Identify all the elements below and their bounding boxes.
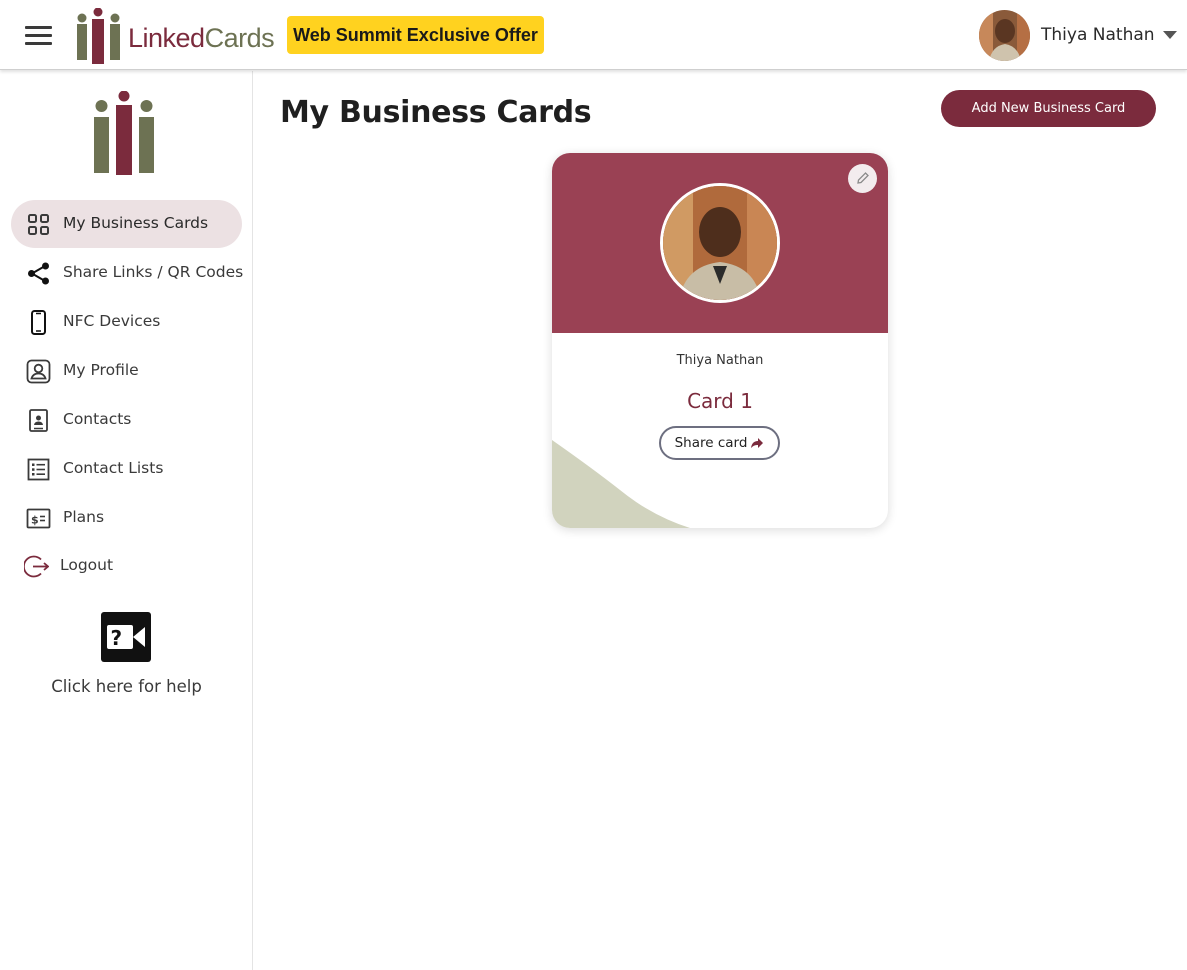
sidebar-item-nfc-devices[interactable]: NFC Devices [11, 298, 242, 346]
sidebar-item-label: Logout [60, 556, 114, 574]
app-logo[interactable]: LinkedCards [74, 7, 275, 64]
card-owner-name: Thiya Nathan [676, 353, 764, 368]
svg-text:?: ? [111, 626, 123, 650]
sidebar-item-my-profile[interactable]: My Profile [11, 347, 242, 395]
sidebar-item-share-links[interactable]: Share Links / QR Codes [11, 249, 244, 297]
profile-icon [26, 359, 51, 384]
grid-icon [28, 214, 49, 235]
top-bar: LinkedCards Web Summit Exclusive Offer T… [0, 0, 1187, 70]
sidebar-item-logout[interactable]: Logout [11, 542, 242, 590]
sidebar-item-contacts[interactable]: Contacts [11, 396, 242, 444]
logo-text-cards: Cards [204, 23, 275, 53]
logo-text: LinkedCards [128, 23, 275, 54]
card-profile-photo [660, 183, 780, 303]
business-card[interactable]: Thiya Nathan Card 1 Share card [552, 153, 888, 528]
edit-card-button[interactable] [848, 164, 877, 193]
share-card-label: Share card [674, 435, 748, 451]
sidebar-item-label: Share Links / QR Codes [63, 263, 244, 281]
pencil-icon [857, 172, 869, 184]
logo-mark-icon [77, 7, 120, 64]
caret-down-icon[interactable] [1163, 31, 1177, 39]
svg-text:$: $ [31, 514, 39, 527]
sidebar-item-label: Contact Lists [63, 459, 164, 477]
sidebar-item-plans[interactable]: $ Plans [11, 494, 242, 542]
phone-icon [31, 310, 46, 335]
sidebar-item-label: Contacts [63, 410, 132, 428]
dollar-icon: $ [26, 508, 51, 529]
user-name: Thiya Nathan [1041, 25, 1155, 45]
hamburger-menu-icon[interactable] [25, 26, 52, 46]
video-help-icon[interactable]: ? [101, 612, 151, 662]
avatar[interactable] [979, 10, 1030, 61]
share-icon [28, 262, 49, 285]
list-icon [27, 458, 50, 481]
sidebar-item-label: Plans [63, 508, 105, 526]
logout-icon [24, 555, 49, 578]
add-business-card-button[interactable]: Add New Business Card [941, 90, 1156, 127]
sidebar-logo-icon [94, 91, 154, 175]
logo-text-linked: Linked [128, 23, 205, 53]
sidebar: My Business Cards Share Links / QR Codes… [0, 71, 253, 970]
share-card-button[interactable]: Share card [659, 426, 780, 460]
contact-book-icon [29, 409, 48, 432]
help-link[interactable]: Click here for help [0, 677, 253, 696]
sidebar-item-label: My Business Cards [63, 214, 209, 232]
share-arrow-icon [751, 438, 764, 448]
sidebar-item-contact-lists[interactable]: Contact Lists [11, 445, 242, 493]
page-title: My Business Cards [280, 95, 592, 130]
sidebar-item-label: My Profile [63, 361, 139, 379]
sidebar-item-my-business-cards[interactable]: My Business Cards [11, 200, 242, 248]
card-title: Card 1 [687, 389, 753, 413]
sidebar-item-label: NFC Devices [63, 312, 161, 330]
web-summit-offer-button[interactable]: Web Summit Exclusive Offer [287, 16, 544, 54]
